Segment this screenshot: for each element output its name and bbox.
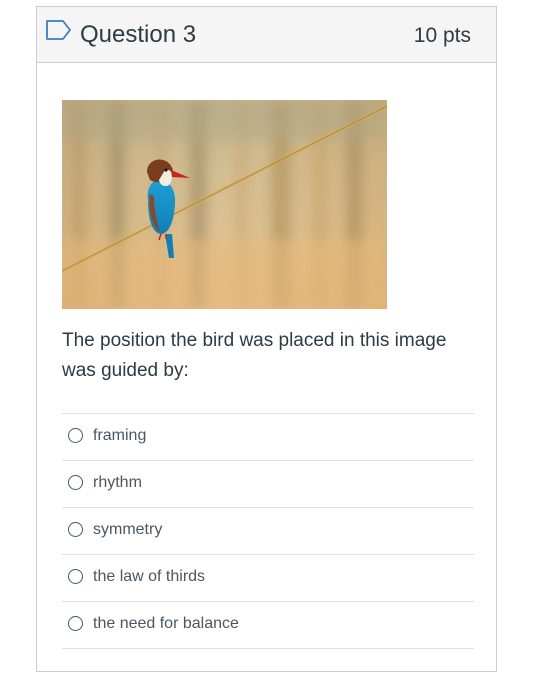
answer-list: framing rhythm symmetry the law of third…	[62, 413, 474, 649]
answer-option[interactable]: framing	[62, 414, 474, 461]
flag-question-icon[interactable]	[45, 19, 73, 41]
answer-label[interactable]: rhythm	[93, 473, 142, 493]
question-title: Question 3	[80, 21, 197, 48]
answer-option[interactable]: the law of thirds	[62, 555, 474, 602]
answer-label[interactable]: framing	[93, 426, 146, 446]
question-image	[62, 100, 387, 309]
question-points: 10 pts	[413, 24, 471, 47]
radio-button[interactable]	[68, 428, 83, 443]
radio-button[interactable]	[68, 475, 83, 490]
answer-option[interactable]: the need for balance	[62, 602, 474, 649]
radio-button[interactable]	[68, 522, 83, 537]
answer-label[interactable]: the need for balance	[93, 614, 239, 634]
radio-button[interactable]	[68, 616, 83, 631]
question-prompt: The position the bird was placed in this…	[62, 330, 447, 381]
answer-option[interactable]: rhythm	[62, 461, 474, 508]
radio-button[interactable]	[68, 569, 83, 584]
answer-option[interactable]: symmetry	[62, 508, 474, 555]
question-header: Question 3 10 pts	[37, 7, 496, 63]
answer-label[interactable]: symmetry	[93, 520, 162, 540]
question-card: Question 3 10 pts The position the bird …	[36, 6, 497, 672]
answer-label[interactable]: the law of thirds	[93, 567, 205, 587]
